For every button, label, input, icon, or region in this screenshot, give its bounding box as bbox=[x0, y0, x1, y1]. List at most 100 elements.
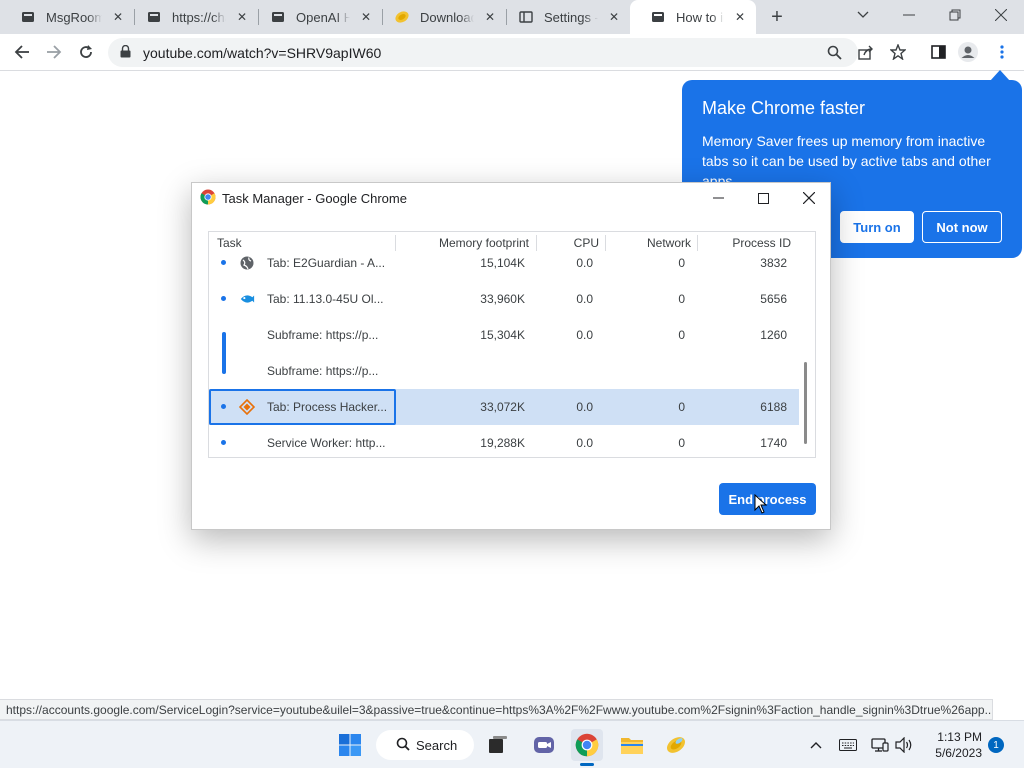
pid-value: 1260 bbox=[760, 328, 787, 342]
cpu-value: 0.0 bbox=[576, 400, 593, 414]
memory-value: 19,288K bbox=[480, 436, 525, 450]
page-dark-icon bbox=[146, 9, 162, 25]
network-value: 0 bbox=[678, 256, 685, 270]
search-icon bbox=[396, 737, 410, 754]
cpu-value: 0.0 bbox=[576, 256, 593, 270]
tab-search-chevron-icon[interactable] bbox=[840, 0, 886, 30]
tab-msgroom[interactable]: MsgRoom ✕ bbox=[0, 0, 134, 34]
task-name: Subframe: https://p... bbox=[267, 364, 379, 378]
row-dot bbox=[221, 260, 226, 265]
volume-icon[interactable] bbox=[894, 735, 914, 755]
tab-openai[interactable]: OpenAI He ✕ bbox=[250, 0, 382, 34]
table-scrollbar[interactable] bbox=[804, 362, 807, 444]
task-view-icon[interactable] bbox=[482, 729, 514, 761]
maximize-icon[interactable] bbox=[740, 185, 786, 211]
tab-how-to-install[interactable]: How to ins ✕ bbox=[630, 0, 756, 34]
globe-icon bbox=[239, 255, 255, 271]
table-row[interactable]: Subframe: https://p... bbox=[209, 353, 799, 389]
network-value: 0 bbox=[678, 400, 685, 414]
task-manager-title: Task Manager - Google Chrome bbox=[222, 190, 407, 206]
bookmark-star-icon[interactable] bbox=[888, 42, 908, 62]
turn-on-button[interactable]: Turn on bbox=[840, 211, 914, 243]
tab-strip: MsgRoom ✕ https://chat ✕ OpenAI He ✕ Dow… bbox=[0, 0, 1024, 34]
share-icon[interactable] bbox=[856, 42, 876, 62]
clock-time: 1:13 PM bbox=[937, 730, 982, 744]
task-name: Service Worker: http... bbox=[267, 436, 386, 450]
task-name: Tab: 11.13.0-45U Ol... bbox=[267, 292, 384, 306]
cpu-value: 0.0 bbox=[576, 328, 593, 342]
table-row[interactable]: Tab: 11.13.0-45U Ol... 33,960K 0.0 0 565… bbox=[209, 281, 799, 317]
page-dark-icon bbox=[20, 9, 36, 25]
row-dot bbox=[221, 296, 226, 301]
pid-value: 1740 bbox=[760, 436, 787, 450]
close-icon[interactable]: ✕ bbox=[358, 9, 374, 25]
task-manager-window: Task Manager - Google Chrome Task Memory… bbox=[191, 182, 831, 530]
network-value: 0 bbox=[678, 436, 685, 450]
file-explorer-icon[interactable] bbox=[616, 729, 648, 761]
close-icon[interactable]: ✕ bbox=[482, 9, 498, 25]
search-label: Search bbox=[416, 737, 458, 753]
show-hidden-icons-chevron-icon[interactable] bbox=[806, 735, 826, 755]
table-row[interactable]: Tab: E2Guardian - A... 15,104K 0.0 0 383… bbox=[209, 245, 799, 281]
forward-icon[interactable] bbox=[40, 38, 68, 66]
tab-download[interactable]: Download ✕ bbox=[374, 0, 506, 34]
tab-title: MsgRoom bbox=[46, 9, 102, 25]
row-dot bbox=[221, 404, 226, 409]
keyboard-icon[interactable] bbox=[838, 735, 858, 755]
pid-value: 5656 bbox=[760, 292, 787, 306]
system-clock[interactable]: 1:13 PM 5/6/2023 bbox=[924, 729, 982, 761]
search-icon[interactable] bbox=[824, 42, 844, 62]
close-icon[interactable] bbox=[786, 185, 832, 211]
chrome-menu-icon[interactable] bbox=[992, 42, 1012, 62]
memory-value: 33,072K bbox=[480, 400, 525, 414]
close-window-icon[interactable] bbox=[978, 0, 1024, 30]
memory-value: 15,304K bbox=[480, 328, 525, 342]
chrome-logo-icon bbox=[200, 189, 216, 208]
windows-taskbar: Search 1:13 PM 5/6/2023 1 bbox=[0, 720, 1024, 768]
memory-value: 33,960K bbox=[480, 292, 525, 306]
lock-icon[interactable] bbox=[120, 44, 131, 61]
close-icon[interactable]: ✕ bbox=[110, 9, 126, 25]
pid-value: 6188 bbox=[760, 400, 787, 414]
task-name: Subframe: https://p... bbox=[267, 328, 379, 342]
browser-toolbar: youtube.com/watch?v=SHRV9apIW60 bbox=[0, 34, 1024, 71]
teams-chat-icon[interactable] bbox=[528, 729, 560, 761]
minimize-icon[interactable] bbox=[695, 185, 741, 211]
close-icon[interactable]: ✕ bbox=[732, 9, 748, 25]
pid-value: 3832 bbox=[760, 256, 787, 270]
url-text[interactable]: youtube.com/watch?v=SHRV9apIW60 bbox=[143, 45, 381, 61]
profile-avatar-icon[interactable] bbox=[958, 42, 978, 62]
back-icon[interactable] bbox=[8, 38, 36, 66]
not-now-button[interactable]: Not now bbox=[922, 211, 1002, 243]
tab-chat[interactable]: https://chat ✕ bbox=[126, 0, 258, 34]
chrome-taskbar-icon[interactable] bbox=[571, 729, 603, 761]
address-bar[interactable]: youtube.com/watch?v=SHRV9apIW60 bbox=[108, 38, 858, 67]
table-row[interactable]: Subframe: https://p... 15,304K 0.0 0 126… bbox=[209, 317, 799, 353]
tab-title: How to ins bbox=[676, 9, 724, 25]
side-panel-icon[interactable] bbox=[928, 42, 948, 62]
new-tab-button[interactable]: + bbox=[765, 5, 789, 29]
network-icon[interactable] bbox=[870, 735, 890, 755]
task-name: Tab: E2Guardian - A... bbox=[267, 256, 386, 270]
taskbar-search-box[interactable]: Search bbox=[376, 730, 474, 760]
close-icon[interactable]: ✕ bbox=[234, 9, 250, 25]
settings-page-icon bbox=[518, 9, 534, 25]
table-row[interactable]: Service Worker: http... 19,288K 0.0 0 17… bbox=[209, 425, 799, 457]
task-table: Task Memory footprint CPU Network Proces… bbox=[208, 231, 816, 458]
notification-badge[interactable]: 1 bbox=[988, 737, 1004, 753]
close-icon[interactable]: ✕ bbox=[606, 9, 622, 25]
tab-title: https://chat bbox=[172, 9, 226, 25]
memory-value: 15,104K bbox=[480, 256, 525, 270]
windows-start-icon[interactable] bbox=[334, 729, 366, 761]
minimize-icon[interactable] bbox=[886, 0, 932, 30]
tab-title: OpenAI He bbox=[296, 9, 350, 25]
active-app-indicator bbox=[580, 763, 594, 766]
restore-icon[interactable] bbox=[932, 0, 978, 30]
row-dot bbox=[221, 440, 226, 445]
tab-settings[interactable]: Settings - I ✕ bbox=[498, 0, 630, 34]
coin-app-icon[interactable] bbox=[660, 729, 692, 761]
table-row-selected[interactable]: Tab: Process Hacker... 33,072K 0.0 0 618… bbox=[209, 389, 799, 425]
cpu-value: 0.0 bbox=[576, 292, 593, 306]
reload-icon[interactable] bbox=[72, 38, 100, 66]
coin-icon bbox=[394, 9, 410, 25]
